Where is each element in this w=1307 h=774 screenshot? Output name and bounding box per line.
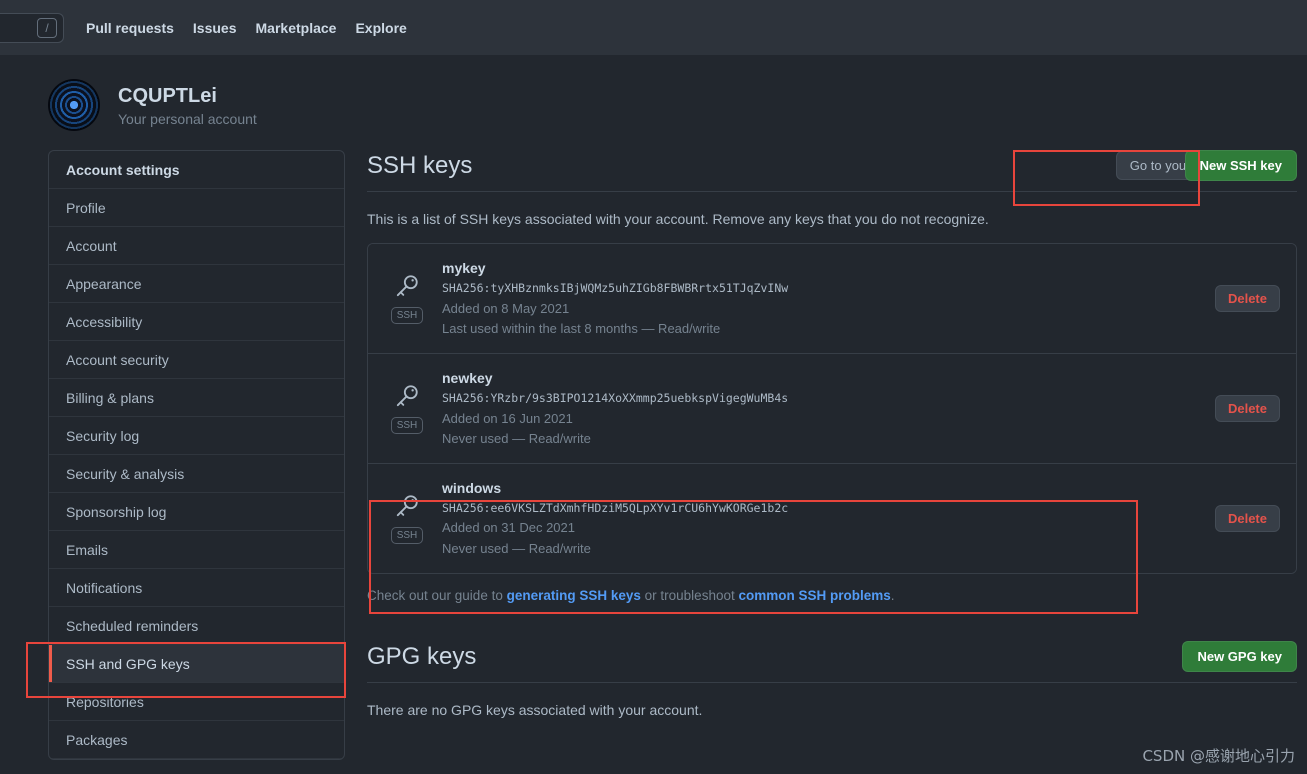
nav-link-marketplace[interactable]: Marketplace: [256, 20, 337, 36]
guide-prefix-text: Check out our guide to: [367, 588, 507, 603]
main-content: SSH keys New SSH key This is a list of S…: [367, 150, 1307, 760]
key-added-date: Added on 16 Jun 2021: [442, 409, 1215, 429]
key-added-date: Added on 8 May 2021: [442, 299, 1215, 319]
watermark: CSDN @感谢地心引力: [1142, 745, 1295, 766]
delete-key-button[interactable]: Delete: [1215, 285, 1280, 312]
profile-text: CQUPTLei Your personal account: [118, 84, 257, 127]
nav-link-explore[interactable]: Explore: [355, 20, 406, 36]
key-info: mykeySHA256:tyXHBznmksIBjWQMz5uhZIGb8FBW…: [430, 258, 1215, 339]
sidebar-item-appearance[interactable]: Appearance: [49, 265, 344, 303]
key-fingerprint: SHA256:YRzbr/9s3BIPO1214XoXXmmp25uebkspV…: [442, 389, 1215, 409]
key-name: mykey: [442, 258, 1215, 279]
ssh-key-row: SSH mykeySHA256:tyXHBznmksIBjWQMz5uhZIGb8…: [368, 244, 1296, 354]
nav-links: Pull requests Issues Marketplace Explore: [86, 20, 407, 36]
gpg-keys-section-header: GPG keys New GPG key: [367, 641, 1297, 683]
nav-link-pull-requests[interactable]: Pull requests: [86, 20, 174, 36]
content-layout: Account settingsProfileAccountAppearance…: [0, 131, 1307, 760]
key-icon-group: SSH: [384, 273, 430, 324]
new-ssh-key-button[interactable]: New SSH key: [1185, 150, 1297, 181]
guide-middle-text: or troubleshoot: [641, 588, 739, 603]
top-navigation-bar: / Pull requests Issues Marketplace Explo…: [0, 0, 1307, 55]
gpg-keys-title: GPG keys: [367, 641, 476, 672]
key-icon-group: SSH: [384, 493, 430, 544]
ssh-keys-list: SSH mykeySHA256:tyXHBznmksIBjWQMz5uhZIGb8…: [367, 243, 1297, 573]
key-info: windowsSHA256:ee6VKSLZTdXmhfHDziM5QLpXYv…: [430, 478, 1215, 559]
key-fingerprint: SHA256:tyXHBznmksIBjWQMz5uhZIGb8FBWBRrtx…: [442, 279, 1215, 299]
sidebar-item-security-log[interactable]: Security log: [49, 417, 344, 455]
ssh-keys-section-header: SSH keys New SSH key: [367, 150, 1297, 192]
key-usage-info: Never used — Read/write: [442, 539, 1215, 559]
delete-key-button[interactable]: Delete: [1215, 395, 1280, 422]
sidebar-item-ssh-and-gpg-keys[interactable]: SSH and GPG keys: [49, 645, 344, 683]
key-usage-info: Last used within the last 8 months — Rea…: [442, 319, 1215, 339]
ssh-type-badge: SSH: [391, 527, 424, 544]
search-input[interactable]: /: [0, 13, 64, 43]
ssh-guide-line: Check out our guide to generating SSH ke…: [367, 588, 1297, 603]
key-fingerprint: SHA256:ee6VKSLZTdXmhfHDziM5QLpXYv1rCU6hY…: [442, 499, 1215, 519]
ssh-type-badge: SSH: [391, 307, 424, 324]
ssh-key-row: SSH windowsSHA256:ee6VKSLZTdXmhfHDziM5QLp…: [368, 464, 1296, 573]
key-icon: [394, 493, 420, 524]
sidebar-item-sponsorship-log[interactable]: Sponsorship log: [49, 493, 344, 531]
avatar: [48, 79, 100, 131]
sidebar-item-account[interactable]: Account: [49, 227, 344, 265]
key-added-date: Added on 31 Dec 2021: [442, 518, 1215, 538]
ssh-type-badge: SSH: [391, 417, 424, 434]
sidebar-item-account-settings: Account settings: [49, 151, 344, 189]
key-icon-group: SSH: [384, 383, 430, 434]
key-name: newkey: [442, 368, 1215, 389]
sidebar-item-emails[interactable]: Emails: [49, 531, 344, 569]
page: / Pull requests Issues Marketplace Explo…: [0, 0, 1307, 774]
key-info: newkeySHA256:YRzbr/9s3BIPO1214XoXXmmp25u…: [430, 368, 1215, 449]
key-usage-info: Never used — Read/write: [442, 429, 1215, 449]
gpg-keys-section: GPG keys New GPG key There are no GPG ke…: [367, 641, 1297, 718]
search-shortcut-badge: /: [37, 18, 57, 38]
sidebar-item-profile[interactable]: Profile: [49, 189, 344, 227]
key-icon: [394, 273, 420, 304]
sidebar-item-security-analysis[interactable]: Security & analysis: [49, 455, 344, 493]
generating-ssh-keys-link[interactable]: generating SSH keys: [507, 588, 641, 603]
sidebar-item-billing-plans[interactable]: Billing & plans: [49, 379, 344, 417]
sidebar-item-accessibility[interactable]: Accessibility: [49, 303, 344, 341]
sidebar-item-account-security[interactable]: Account security: [49, 341, 344, 379]
sidebar-item-notifications[interactable]: Notifications: [49, 569, 344, 607]
key-icon: [394, 383, 420, 414]
sidebar-item-repositories[interactable]: Repositories: [49, 683, 344, 721]
gpg-empty-message: There are no GPG keys associated with yo…: [367, 702, 1297, 718]
new-gpg-key-button[interactable]: New GPG key: [1182, 641, 1297, 672]
profile-subtitle: Your personal account: [118, 111, 257, 127]
profile-header: CQUPTLei Your personal account Go to you…: [0, 55, 1307, 131]
ssh-keys-title: SSH keys: [367, 150, 472, 181]
guide-suffix-text: .: [891, 588, 895, 603]
ssh-keys-description: This is a list of SSH keys associated wi…: [367, 211, 1297, 227]
nav-link-issues[interactable]: Issues: [193, 20, 237, 36]
ssh-key-row: SSH newkeySHA256:YRzbr/9s3BIPO1214XoXXmmp…: [368, 354, 1296, 464]
settings-sidebar: Account settingsProfileAccountAppearance…: [48, 150, 345, 760]
sidebar-item-packages[interactable]: Packages: [49, 721, 344, 759]
common-ssh-problems-link[interactable]: common SSH problems: [738, 588, 890, 603]
key-name: windows: [442, 478, 1215, 499]
page-title: CQUPTLei: [118, 84, 257, 108]
sidebar-item-scheduled-reminders[interactable]: Scheduled reminders: [49, 607, 344, 645]
delete-key-button[interactable]: Delete: [1215, 505, 1280, 532]
